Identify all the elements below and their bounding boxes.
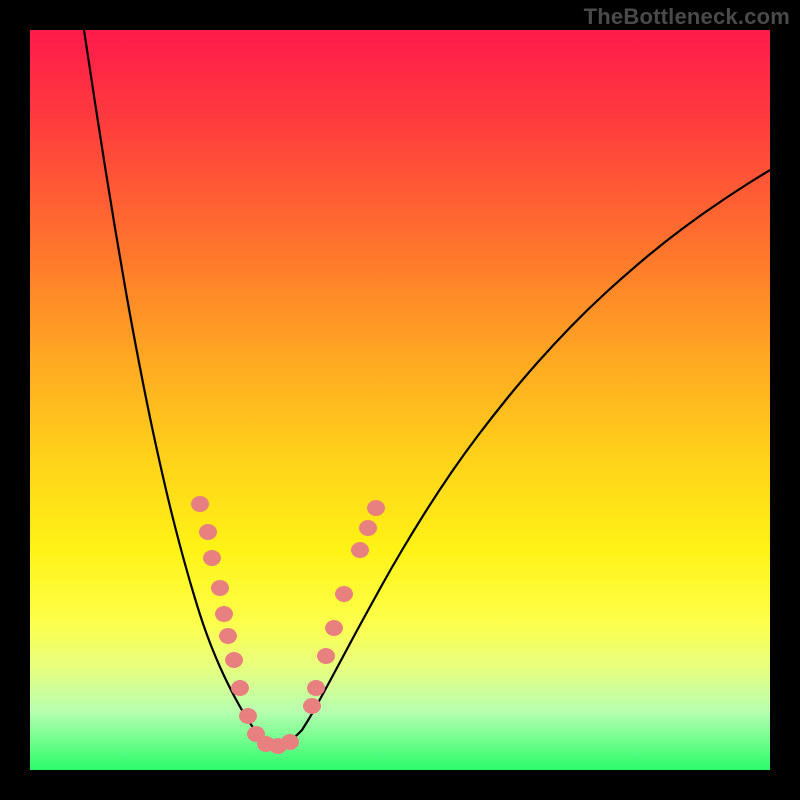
curve-svg — [30, 30, 770, 770]
bottleneck-curve — [84, 30, 770, 746]
data-dot — [307, 680, 325, 696]
data-dot — [203, 550, 221, 566]
data-dot — [239, 708, 257, 724]
chart-frame: TheBottleneck.com — [0, 0, 800, 800]
data-dot — [219, 628, 237, 644]
data-dot — [317, 648, 335, 664]
watermark-text: TheBottleneck.com — [584, 4, 790, 30]
data-dot — [359, 520, 377, 536]
data-dot — [199, 524, 217, 540]
data-dot — [351, 542, 369, 558]
data-dot — [231, 680, 249, 696]
plot-area — [30, 30, 770, 770]
data-dot — [325, 620, 343, 636]
data-dot — [367, 500, 385, 516]
data-dot — [335, 586, 353, 602]
data-dot — [281, 734, 299, 750]
data-dot — [225, 652, 243, 668]
data-dot — [303, 698, 321, 714]
data-dot — [211, 580, 229, 596]
data-dot — [191, 496, 209, 512]
data-dots — [191, 496, 385, 754]
data-dot — [215, 606, 233, 622]
